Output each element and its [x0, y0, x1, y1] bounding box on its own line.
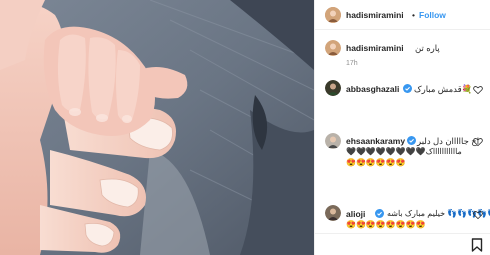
- verified-badge-icon: [407, 136, 416, 145]
- heart-icon[interactable]: [473, 210, 483, 220]
- author-avatar[interactable]: [325, 7, 341, 23]
- post-header: hadismiramini • Follow: [315, 0, 490, 30]
- avatar-image: [325, 7, 341, 23]
- comment-avatar[interactable]: [325, 133, 341, 149]
- author-username[interactable]: hadismiramini: [346, 10, 404, 20]
- verified-badge-icon: [403, 84, 412, 93]
- action-bar: [315, 233, 490, 255]
- avatar-image: [325, 133, 341, 149]
- comment-text: قدمش مبارک💐: [414, 84, 473, 94]
- comment-avatar[interactable]: [325, 205, 341, 221]
- caption-avatar[interactable]: [325, 40, 341, 56]
- post-sidebar: hadismiramini • Follow hadismiramini پار…: [314, 0, 490, 255]
- avatar-image: [325, 40, 341, 56]
- heart-icon[interactable]: [473, 137, 483, 147]
- comment-username[interactable]: abbasghazali: [346, 84, 399, 94]
- heart-icon[interactable]: [473, 85, 483, 95]
- instagram-post: hadismiramini • Follow hadismiramini پار…: [0, 0, 490, 255]
- comment-text-line: 🖤🖤🖤🖤🖤🖤🖤🖤ماااااااااااک: [346, 147, 462, 156]
- comment-text-line: 😍😍😍😍😍😍😍😍: [346, 220, 426, 229]
- avatar-image: [325, 205, 341, 221]
- caption-text: پاره تن: [415, 43, 440, 53]
- comment-username[interactable]: alioji: [346, 209, 365, 219]
- caption-username[interactable]: hadismiramini: [346, 43, 404, 53]
- follow-button[interactable]: Follow: [419, 10, 446, 20]
- bookmark-icon[interactable]: [471, 238, 483, 252]
- comment-text-line: اخ جااااان دل دلبر: [417, 136, 480, 146]
- comment-username[interactable]: ehsaankaramy: [346, 136, 405, 146]
- separator-dot: •: [412, 10, 415, 20]
- photo-illustration: [0, 0, 314, 255]
- post-photo[interactable]: [0, 0, 314, 255]
- avatar-image: [325, 80, 341, 96]
- comment-avatar[interactable]: [325, 80, 341, 96]
- caption-timestamp[interactable]: 17h: [346, 60, 358, 67]
- verified-badge-icon: [375, 209, 384, 218]
- comment-text-line: 😍😍😍😍😍😍: [346, 158, 406, 167]
